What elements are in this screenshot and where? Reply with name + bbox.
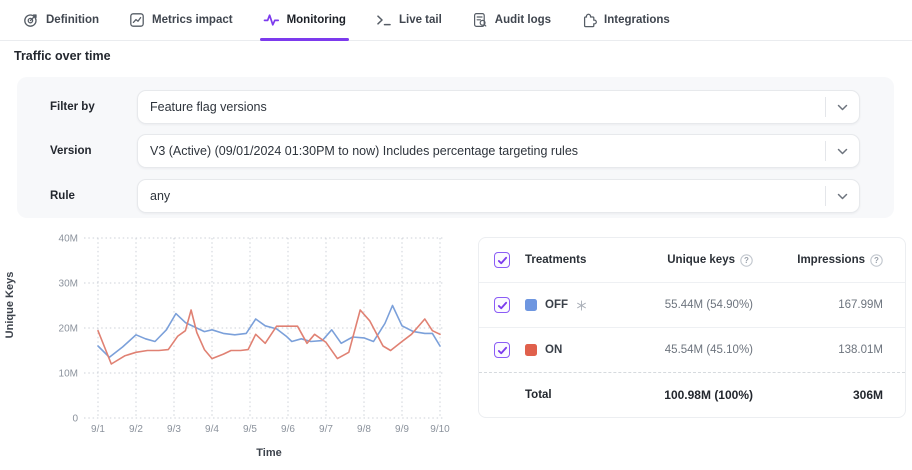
svg-text:?: ? bbox=[744, 256, 749, 265]
tab-bar: Definition Metrics impact Monitoring Liv… bbox=[0, 0, 912, 41]
on-swatch bbox=[525, 344, 537, 356]
document-search-icon bbox=[472, 12, 488, 28]
svg-text:9/5: 9/5 bbox=[243, 424, 257, 435]
version-dropdown[interactable]: V3 (Active) (09/01/2024 01:30PM to now) … bbox=[137, 134, 860, 168]
treatments-table: Treatments Unique keys ? Impressions ? O… bbox=[478, 237, 906, 418]
version-value: V3 (Active) (09/01/2024 01:30PM to now) … bbox=[150, 144, 817, 158]
svg-text:40M: 40M bbox=[59, 234, 78, 245]
svg-text:9/3: 9/3 bbox=[167, 424, 181, 435]
pulse-icon bbox=[263, 12, 280, 28]
svg-text:10M: 10M bbox=[59, 369, 78, 380]
tab-label: Metrics impact bbox=[152, 14, 233, 26]
table-header-row: Treatments Unique keys ? Impressions ? bbox=[479, 238, 905, 283]
treatments-header: Treatments bbox=[525, 254, 647, 266]
tab-label: Monitoring bbox=[287, 14, 346, 26]
filter-row-filter-by: Filter by Feature flag versions bbox=[17, 90, 894, 124]
svg-text:Unique Keys: Unique Keys bbox=[4, 272, 16, 339]
rule-value: any bbox=[150, 189, 817, 203]
svg-text:9/2: 9/2 bbox=[129, 424, 143, 435]
check-icon bbox=[497, 345, 508, 356]
svg-text:9/6: 9/6 bbox=[281, 424, 295, 435]
chevron-down-icon bbox=[826, 104, 859, 111]
svg-text:Time: Time bbox=[256, 447, 281, 459]
traffic-chart-svg: 0 10M 20M 30M 40M 9/1 9/2 9/3 9/4 9/5 9/6 9/7 9/8 9/9… bbox=[0, 228, 470, 470]
tab-label: Audit logs bbox=[495, 14, 551, 26]
off-checkbox[interactable] bbox=[494, 297, 510, 313]
svg-text:9/8: 9/8 bbox=[357, 424, 371, 435]
svg-text:9/9: 9/9 bbox=[395, 424, 409, 435]
svg-text:0: 0 bbox=[72, 414, 78, 425]
off-unique-keys: 55.44M (54.90%) bbox=[647, 299, 753, 311]
tab-audit-logs[interactable]: Audit logs bbox=[472, 0, 551, 40]
treatment-name: ON bbox=[545, 344, 562, 356]
page-title: Traffic over time bbox=[14, 49, 111, 63]
filter-by-label: Filter by bbox=[50, 101, 95, 113]
svg-text:9/4: 9/4 bbox=[205, 424, 219, 435]
total-label: Total bbox=[525, 389, 647, 401]
on-checkbox[interactable] bbox=[494, 342, 510, 358]
help-icon[interactable]: ? bbox=[870, 254, 883, 267]
check-icon bbox=[497, 255, 508, 266]
tab-metrics-impact[interactable]: Metrics impact bbox=[129, 0, 233, 40]
filter-by-dropdown[interactable]: Feature flag versions bbox=[137, 90, 860, 124]
total-impressions: 306M bbox=[753, 388, 883, 402]
svg-text:9/1: 9/1 bbox=[91, 424, 105, 435]
series-on-line bbox=[98, 310, 440, 364]
check-icon bbox=[497, 300, 508, 311]
tab-integrations[interactable]: Integrations bbox=[581, 0, 670, 40]
terminal-icon bbox=[376, 12, 392, 28]
table-total-row: Total 100.98M (100%) 306M bbox=[479, 373, 905, 417]
svg-text:9/10: 9/10 bbox=[430, 424, 450, 435]
traffic-chart: 0 10M 20M 30M 40M 9/1 9/2 9/3 9/4 9/5 9/6 9/7 9/8 9/9… bbox=[0, 228, 470, 470]
help-icon[interactable]: ? bbox=[740, 254, 753, 267]
tab-monitoring[interactable]: Monitoring bbox=[263, 0, 346, 40]
rule-label: Rule bbox=[50, 190, 75, 202]
on-impressions: 138.01M bbox=[753, 344, 883, 356]
table-row-on: ON 45.54M (45.10%) 138.01M bbox=[479, 328, 905, 373]
svg-text:9/7: 9/7 bbox=[319, 424, 333, 435]
rule-dropdown[interactable]: any bbox=[137, 179, 860, 213]
default-treatment-icon bbox=[576, 300, 587, 311]
version-label: Version bbox=[50, 145, 92, 157]
svg-text:30M: 30M bbox=[59, 279, 78, 290]
tab-label: Integrations bbox=[604, 14, 670, 26]
impressions-header: Impressions bbox=[797, 254, 865, 266]
total-unique-keys: 100.98M (100%) bbox=[647, 388, 753, 402]
tab-label: Live tail bbox=[399, 14, 442, 26]
tab-definition[interactable]: Definition bbox=[23, 0, 99, 40]
select-all-checkbox[interactable] bbox=[494, 252, 510, 268]
svg-text:20M: 20M bbox=[59, 324, 78, 335]
target-icon bbox=[23, 12, 39, 28]
filter-by-value: Feature flag versions bbox=[150, 100, 817, 114]
tab-live-tail[interactable]: Live tail bbox=[376, 0, 442, 40]
unique-keys-header: Unique keys bbox=[667, 254, 735, 266]
treatment-name: OFF bbox=[545, 299, 568, 311]
off-impressions: 167.99M bbox=[753, 299, 883, 311]
on-unique-keys: 45.54M (45.10%) bbox=[647, 344, 753, 356]
svg-text:?: ? bbox=[874, 256, 879, 265]
filter-row-version: Version V3 (Active) (09/01/2024 01:30PM … bbox=[17, 134, 894, 168]
chevron-down-icon bbox=[826, 148, 859, 155]
tab-label: Definition bbox=[46, 14, 99, 26]
chevron-down-icon bbox=[826, 193, 859, 200]
table-row-off: OFF 55.44M (54.90%) 167.99M bbox=[479, 283, 905, 328]
off-swatch bbox=[525, 299, 537, 311]
filter-panel: Filter by Feature flag versions Version … bbox=[17, 77, 894, 218]
filter-row-rule: Rule any bbox=[17, 179, 894, 213]
chart-line-icon bbox=[129, 12, 145, 28]
puzzle-icon bbox=[581, 12, 597, 28]
